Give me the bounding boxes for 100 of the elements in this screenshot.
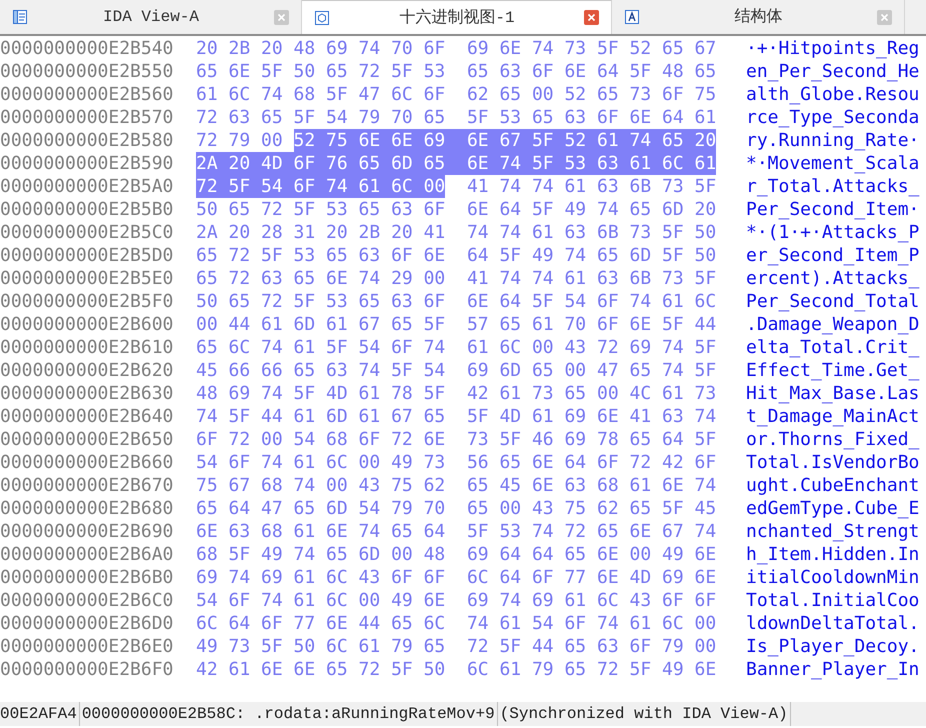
ascii-text: en_Per_Second_He xyxy=(746,60,920,83)
hex-bytes[interactable]: 54 6F 74 61 6C 00 49 73 xyxy=(196,452,446,473)
hex-bytes[interactable]: 69 74 69 61 6C 43 6F 6F xyxy=(466,590,716,611)
hex-bytes[interactable]: 00 44 61 6D 61 67 65 5F xyxy=(196,314,446,335)
ascii-text: *·Movement_Scala xyxy=(746,152,920,175)
hex-bytes[interactable]: 54 6F 74 61 6C 00 49 6E xyxy=(196,590,446,611)
hex-bytes[interactable]: 6C 64 6F 77 6E 44 65 6C xyxy=(196,613,446,634)
hex-bytes[interactable]: 6C 64 6F 77 6E 4D 69 6E xyxy=(466,567,716,588)
ascii-text: Hit_Max_Base.Las xyxy=(746,382,920,405)
ascii-text: ·+·Hitpoints_Reg xyxy=(746,37,920,60)
hex-bytes[interactable]: 72 5F 54 6F 74 61 6C 00 xyxy=(196,175,446,198)
ascii-text: Per_Second_Total xyxy=(746,290,920,313)
ascii-text: itialCooldownMin xyxy=(746,566,920,589)
close-icon[interactable] xyxy=(584,10,599,25)
address-cell-text: 0000000000E2B660 xyxy=(0,451,174,474)
address-cell-text: 0000000000E2B670 xyxy=(0,474,174,497)
structure-icon xyxy=(624,9,640,25)
address-cell-text: 0000000000E2B6E0 xyxy=(0,635,174,658)
hex-bytes[interactable]: 5F 4D 61 69 6E 41 63 74 xyxy=(466,406,716,427)
hex-bytes[interactable]: 72 63 65 5F 54 79 70 65 xyxy=(196,107,446,128)
address-cell-text: 0000000000E2B580 xyxy=(0,129,174,152)
address-cell-text: 0000000000E2B590 xyxy=(0,152,174,175)
hex-bytes[interactable]: 74 5F 44 61 6D 61 67 65 xyxy=(196,406,446,427)
close-icon[interactable] xyxy=(274,10,289,24)
address-cell-text: 0000000000E2B5A0 xyxy=(0,175,174,198)
ascii-text: alth_Globe.Resou xyxy=(746,83,920,106)
address-cell-text: 0000000000E2B6C0 xyxy=(0,589,174,612)
hex-bytes[interactable]: 6E 64 5F 49 74 65 6D 20 xyxy=(466,199,716,220)
address-cell-text: 0000000000E2B690 xyxy=(0,520,174,543)
hex-bytes[interactable]: 74 61 54 6F 74 61 6C 00 xyxy=(466,613,716,634)
hex-bytes[interactable]: 65 6E 5F 50 65 72 5F 53 xyxy=(196,61,446,82)
hex-bytes[interactable]: 65 72 5F 53 65 63 6F 6E xyxy=(196,245,446,266)
hex-bytes[interactable]: 65 64 47 65 6D 54 79 70 xyxy=(196,498,446,519)
ascii-text: ught.CubeEnchant xyxy=(746,474,920,497)
hex-bytes[interactable]: 61 6C 00 43 72 69 74 5F xyxy=(466,337,716,358)
hex-bytes[interactable]: 72 5F 44 65 63 6F 79 00 xyxy=(466,636,716,657)
hex-bytes[interactable]: 6C 61 79 65 72 5F 49 6E xyxy=(466,659,716,680)
ascii-text: Is_Player_Decoy. xyxy=(746,635,920,658)
ascii-text: er_Second_Item_P xyxy=(746,244,920,267)
address-cell-text: 0000000000E2B6B0 xyxy=(0,566,174,589)
ascii-text: edGemType.Cube_E xyxy=(746,497,920,520)
hex-bytes[interactable]: 69 74 69 61 6C 43 6F 6F xyxy=(196,567,446,588)
address-cell-text: 0000000000E2B620 xyxy=(0,359,174,382)
address-cell-text: 0000000000E2B5D0 xyxy=(0,244,174,267)
hex-bytes[interactable]: 72 79 00 xyxy=(196,130,283,151)
hex-bytes[interactable]: 20 2B 20 48 69 74 70 6F xyxy=(196,38,446,59)
document-icon xyxy=(12,9,28,25)
ascii-text: .Damage_Weapon_D xyxy=(746,313,920,336)
hex-bytes[interactable]: 48 69 74 5F 4D 61 78 5F xyxy=(196,383,446,404)
hex-bytes[interactable]: 6E 64 5F 54 6F 74 61 6C xyxy=(466,291,716,312)
ascii-text: Total.IsVendorBo xyxy=(746,451,920,474)
ascii-text: r_Total.Attacks_ xyxy=(746,175,920,198)
hex-bytes[interactable]: 64 5F 49 74 65 6D 5F 50 xyxy=(466,245,716,266)
hex-bytes[interactable]: 52 75 6E 6E 69 xyxy=(294,129,467,152)
hex-bytes[interactable]: 61 6C 74 68 5F 47 6C 6F xyxy=(196,84,446,105)
address-cell-text: 0000000000E2B5E0 xyxy=(0,267,174,290)
hex-bytes[interactable]: 41 74 74 61 63 6B 73 5F xyxy=(466,176,716,197)
hex-bytes[interactable]: 62 65 00 52 65 73 6F 75 xyxy=(466,84,716,105)
hex-bytes[interactable]: 42 61 6E 6E 65 72 5F 50 xyxy=(196,659,446,680)
ascii-text: ldownDeltaTotal. xyxy=(746,612,920,635)
hex-bytes[interactable]: 50 65 72 5F 53 65 63 6F xyxy=(196,291,446,312)
hex-bytes[interactable]: 6E 67 5F 52 61 74 65 20 xyxy=(466,129,716,152)
ascii-text: Total.InitialCoo xyxy=(746,589,920,612)
address-cell-text: 0000000000E2B5C0 xyxy=(0,221,174,244)
hex-bytes[interactable]: 41 74 74 61 63 6B 73 5F xyxy=(466,268,716,289)
status-field: 00E2AFA4 xyxy=(0,702,80,726)
address-cell-text: 0000000000E2B560 xyxy=(0,83,174,106)
ascii-text: Banner_Player_In xyxy=(746,658,920,681)
address-cell-text: 0000000000E2B5B0 xyxy=(0,198,174,221)
address-cell-text: 0000000000E2B680 xyxy=(0,497,174,520)
hex-bytes[interactable]: 5F 53 65 63 6F 6E 64 61 xyxy=(466,107,716,128)
tab[interactable]: 十六进制视图-1 xyxy=(302,0,612,34)
close-icon[interactable] xyxy=(877,10,892,24)
hex-bytes[interactable]: 74 74 61 63 6B 73 5F 50 xyxy=(466,222,716,243)
hex-bytes[interactable]: 65 63 6F 6E 64 5F 48 65 xyxy=(466,61,716,82)
hex-bytes[interactable]: 56 65 6E 64 6F 72 42 6F xyxy=(466,452,716,473)
hex-bytes[interactable]: 68 5F 49 74 65 6D 00 48 xyxy=(196,544,446,565)
hex-bytes[interactable]: 45 66 66 65 63 74 5F 54 xyxy=(196,360,446,381)
hex-bytes[interactable]: 50 65 72 5F 53 65 63 6F xyxy=(196,199,446,220)
hex-bytes[interactable]: 2A 20 28 31 20 2B 20 41 xyxy=(196,222,446,243)
address-cell-text: 0000000000E2B5F0 xyxy=(0,290,174,313)
hex-bytes[interactable]: 65 72 63 65 6E 74 29 00 xyxy=(196,268,446,289)
hex-bytes[interactable]: 6F 72 00 54 68 6F 72 6E xyxy=(196,429,446,450)
address-cell-text: 0000000000E2B650 xyxy=(0,428,174,451)
hex-bytes[interactable]: 65 45 6E 63 68 61 6E 74 xyxy=(466,475,716,496)
hex-bytes[interactable]: 42 61 73 65 00 4C 61 73 xyxy=(466,383,716,404)
address-cell-text: 0000000000E2B610 xyxy=(0,336,174,359)
hex-bytes[interactable]: 73 5F 46 69 78 65 64 5F xyxy=(466,429,716,450)
hex-bytes[interactable]: 65 00 43 75 62 65 5F 45 xyxy=(466,498,716,519)
hex-bytes[interactable]: 49 73 5F 50 6C 61 79 65 xyxy=(196,636,446,657)
hex-bytes[interactable]: 57 65 61 70 6F 6E 5F 44 xyxy=(466,314,716,335)
hex-bytes[interactable]: 65 6C 74 61 5F 54 6F 74 xyxy=(196,337,446,358)
hex-bytes[interactable]: 6E 63 68 61 6E 74 65 64 xyxy=(196,521,446,542)
hex-bytes[interactable]: 5F 53 74 72 65 6E 67 74 xyxy=(466,521,716,542)
hex-bytes[interactable]: 75 67 68 74 00 43 75 62 xyxy=(196,475,446,496)
hex-bytes[interactable]: 69 6D 65 00 47 65 74 5F xyxy=(466,360,716,381)
hex-bytes[interactable]: 69 64 64 65 6E 00 49 6E xyxy=(466,544,716,565)
hex-bytes[interactable]: 2A 20 4D 6F 76 65 6D 65 xyxy=(196,152,467,175)
hex-bytes[interactable]: 6E 74 5F 53 63 61 6C 61 xyxy=(466,152,716,175)
hex-bytes[interactable]: 69 6E 74 73 5F 52 65 67 xyxy=(466,38,716,59)
